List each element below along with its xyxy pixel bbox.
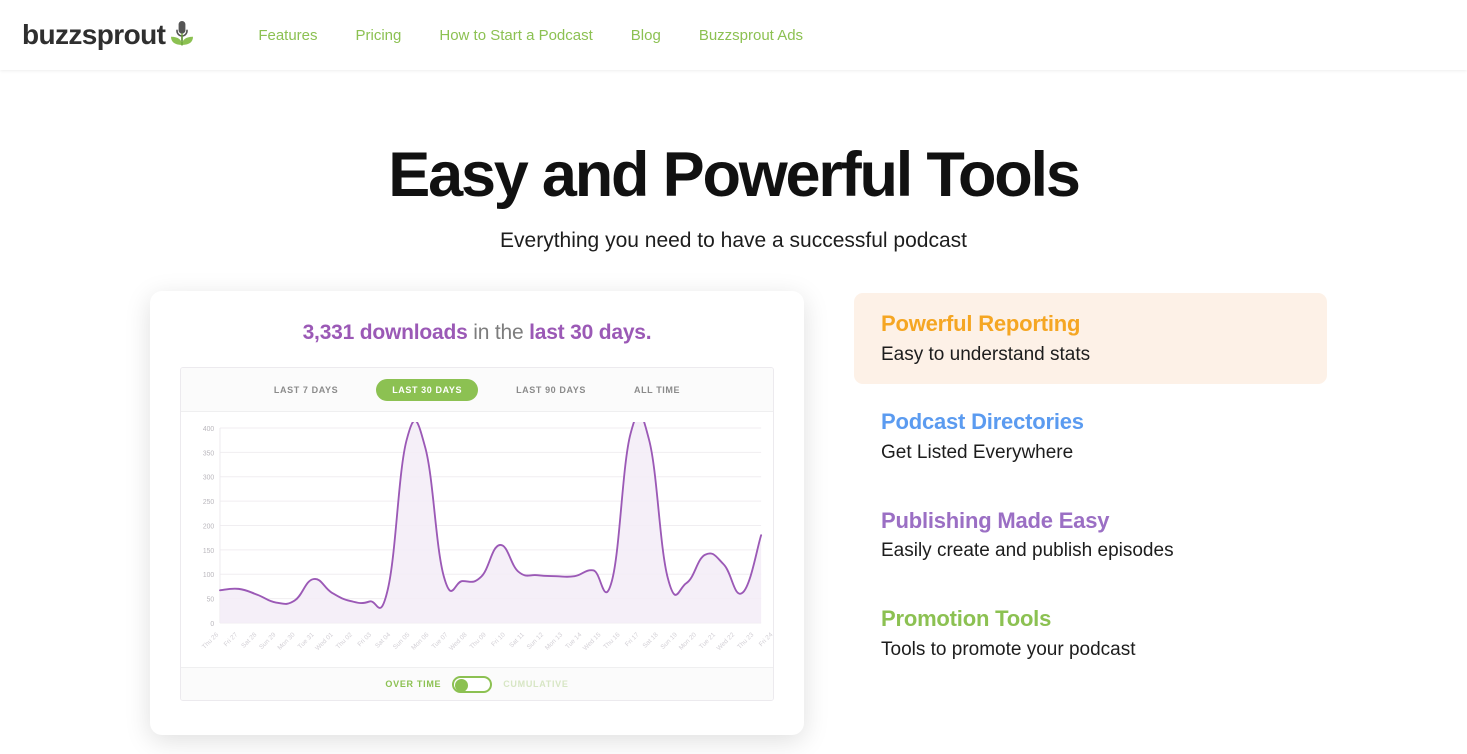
brand-name: buzzsprout — [22, 19, 166, 50]
downloads-area-chart: 050100150200250300350400 — [203, 422, 763, 627]
svg-text:Thu 26: Thu 26 — [201, 631, 220, 651]
svg-text:Sat 04: Sat 04 — [374, 631, 392, 650]
svg-text:50: 50 — [207, 597, 215, 604]
svg-text:Mon 06: Mon 06 — [410, 631, 430, 652]
feature-title: Podcast Directories — [881, 409, 1084, 435]
svg-text:300: 300 — [203, 475, 214, 482]
svg-text:400: 400 — [203, 426, 214, 433]
sprout-microphone-icon — [169, 19, 195, 52]
svg-text:Thu 02: Thu 02 — [335, 631, 354, 651]
content-area: 3,331 downloads in the last 30 days. LAS… — [0, 291, 1467, 736]
svg-text:Sat 18: Sat 18 — [642, 631, 660, 650]
svg-text:Sun 05: Sun 05 — [392, 631, 412, 651]
svg-text:Sun 12: Sun 12 — [526, 631, 546, 651]
feature-list: Powerful Reporting Easy to understand st… — [854, 291, 1327, 686]
svg-text:Thu 09: Thu 09 — [469, 631, 488, 651]
over-time-cumulative-toggle[interactable] — [452, 675, 493, 693]
svg-text:350: 350 — [203, 450, 214, 457]
feature-title: Promotion Tools — [881, 605, 1052, 631]
tab-all-time[interactable]: ALL TIME — [624, 379, 690, 401]
svg-text:Wed 15: Wed 15 — [582, 631, 603, 652]
svg-text:Tue 31: Tue 31 — [297, 631, 316, 650]
main-navigation: Features Pricing How to Start a Podcast … — [239, 21, 822, 50]
svg-text:150: 150 — [203, 548, 214, 555]
brand-logo[interactable]: buzzsprout — [22, 19, 195, 52]
svg-text:100: 100 — [203, 572, 214, 579]
toggle-knob — [455, 678, 469, 692]
svg-text:200: 200 — [203, 524, 214, 531]
svg-text:Tue 14: Tue 14 — [564, 631, 583, 650]
chart-mode-toggle-row: OVER TIME CUMULATIVE — [181, 667, 773, 701]
feature-title: Publishing Made Easy — [881, 507, 1110, 533]
chart-panel: LAST 7 DAYS LAST 30 DAYS LAST 90 DAYS AL… — [180, 367, 774, 702]
page-title: Easy and Powerful Tools — [388, 140, 1081, 210]
feature-description: Easy to understand stats — [881, 343, 1091, 365]
svg-text:Wed 08: Wed 08 — [448, 631, 469, 652]
downloads-plot: 0 50 100 150 200 250 300 350 400 — [181, 412, 773, 627]
feature-title: Powerful Reporting — [881, 311, 1081, 337]
svg-text:Thu 23: Thu 23 — [736, 631, 755, 651]
x-axis-labels: Thu 26 Fri 27 Sat 28 Sun 29Mon 30 Tue 31Wed … — [201, 631, 773, 652]
feature-item-powerful-reporting[interactable]: Powerful Reporting Easy to understand st… — [854, 293, 1327, 385]
svg-text:Wed 22: Wed 22 — [716, 631, 737, 652]
headline-middle: in the — [467, 321, 530, 345]
svg-text:Mon 13: Mon 13 — [544, 631, 564, 652]
toggle-label-cumulative[interactable]: CUMULATIVE — [503, 679, 568, 689]
svg-text:Fri 10: Fri 10 — [490, 631, 507, 648]
x-axis: Thu 26 Fri 27 Sat 28 Sun 29 Mon 30 Tue 31 Wed … — [181, 627, 773, 667]
svg-text:Sun 19: Sun 19 — [659, 631, 679, 651]
card-headline: 3,331 downloads in the last 30 days. — [180, 321, 774, 345]
nav-link-how-to-start-a-podcast[interactable]: How to Start a Podcast — [420, 21, 611, 50]
svg-text:Fri 17: Fri 17 — [624, 631, 641, 648]
toggle-label-over-time[interactable]: OVER TIME — [385, 679, 441, 689]
svg-text:Wed 01: Wed 01 — [314, 631, 335, 652]
hero-section: Easy and Powerful Tools Everything you n… — [0, 70, 1467, 253]
feature-item-promotion-tools[interactable]: Promotion Tools Tools to promote your po… — [854, 588, 1327, 679]
svg-text:Mon 20: Mon 20 — [678, 631, 698, 652]
svg-text:Fri 03: Fri 03 — [356, 631, 373, 648]
nav-link-blog[interactable]: Blog — [612, 21, 680, 50]
page-subtitle: Everything you need to have a successful… — [500, 229, 967, 253]
svg-text:Sun 29: Sun 29 — [258, 631, 278, 651]
svg-text:Thu 16: Thu 16 — [602, 631, 621, 651]
nav-link-pricing[interactable]: Pricing — [337, 21, 421, 50]
svg-text:Sat 28: Sat 28 — [240, 631, 258, 650]
svg-text:250: 250 — [203, 499, 214, 506]
svg-text:Tue 21: Tue 21 — [698, 631, 717, 650]
feature-description: Tools to promote your podcast — [881, 638, 1136, 660]
tab-last-7-days[interactable]: LAST 7 DAYS — [264, 379, 348, 401]
feature-item-podcast-directories[interactable]: Podcast Directories Get Listed Everywher… — [854, 391, 1327, 482]
svg-text:Tue 07: Tue 07 — [431, 631, 450, 650]
nav-link-features[interactable]: Features — [239, 21, 336, 50]
stats-card: 3,331 downloads in the last 30 days. LAS… — [150, 291, 804, 736]
svg-text:Mon 30: Mon 30 — [276, 631, 296, 652]
download-count: 3,331 downloads — [302, 321, 468, 345]
tab-last-30-days[interactable]: LAST 30 DAYS — [376, 378, 479, 401]
nav-link-buzzsprout-ads[interactable]: Buzzsprout Ads — [680, 21, 822, 50]
feature-description: Get Listed Everywhere — [881, 442, 1074, 464]
svg-text:Fri 27: Fri 27 — [223, 631, 240, 648]
date-range-tabs: LAST 7 DAYS LAST 30 DAYS LAST 90 DAYS AL… — [181, 368, 773, 413]
tab-last-90-days[interactable]: LAST 90 DAYS — [506, 379, 596, 401]
svg-text:Fri 24: Fri 24 — [758, 631, 773, 648]
headline-range: last 30 days. — [529, 321, 652, 345]
svg-text:Sat 11: Sat 11 — [508, 631, 526, 649]
site-header: buzzsprout Features Pricing How to Start… — [0, 0, 1467, 70]
feature-description: Easily create and publish episodes — [881, 540, 1174, 562]
feature-item-publishing-made-easy[interactable]: Publishing Made Easy Easily create and p… — [854, 490, 1327, 581]
